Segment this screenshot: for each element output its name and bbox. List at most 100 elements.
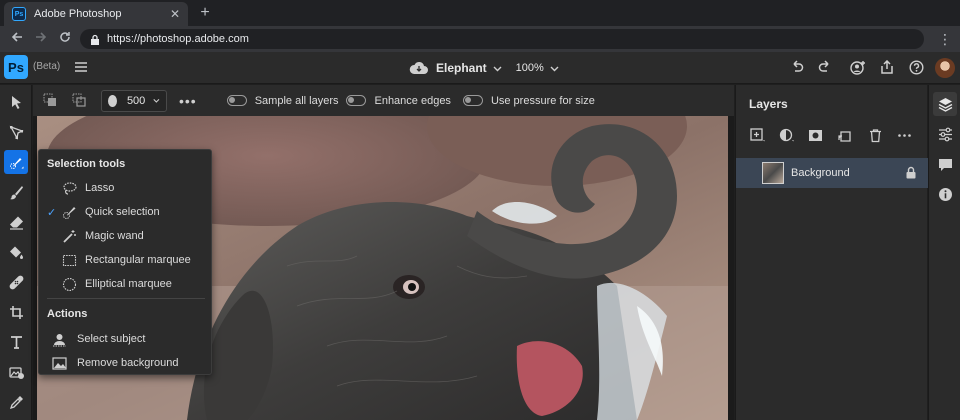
toggle-label: Use pressure for size <box>490 94 595 107</box>
move-tool-icon[interactable] <box>4 90 28 114</box>
address-bar[interactable]: https://photoshop.adobe.com <box>80 29 924 49</box>
sample-all-layers-toggle[interactable]: Sample all layers <box>226 94 339 107</box>
lock-icon <box>91 34 99 45</box>
magic-wand-icon <box>63 229 76 243</box>
menu-item-elliptical-marquee[interactable]: Elliptical marquee <box>39 273 211 295</box>
photoshop-logo[interactable]: Ps <box>4 55 28 79</box>
layers-panel-title: Layers <box>749 97 788 111</box>
remove-background-icon <box>52 356 67 370</box>
properties-panel-icon[interactable] <box>933 122 957 146</box>
toggle-switch[interactable] <box>462 95 483 106</box>
lasso-icon <box>63 181 77 195</box>
brush-tool-icon[interactable] <box>4 180 28 204</box>
menu-item-remove-background[interactable]: Remove background <box>39 352 211 374</box>
app-header: Ps (Beta) Elephant 100% <box>0 52 960 84</box>
document-info: Elephant 100% <box>409 58 559 78</box>
chevron-down-icon[interactable] <box>493 64 502 73</box>
beta-label: (Beta) <box>33 61 61 72</box>
brush-size-value: 500 <box>126 94 146 107</box>
toggle-label: Enhance edges <box>374 94 451 107</box>
toggle-switch[interactable] <box>346 95 367 106</box>
elliptical-marquee-icon <box>62 277 77 291</box>
hamburger-menu-icon[interactable] <box>74 60 88 74</box>
close-tab-icon[interactable]: ✕ <box>168 7 182 21</box>
zoom-level[interactable]: 100% <box>516 62 544 74</box>
help-icon[interactable] <box>908 60 924 76</box>
healing-brush-tool-icon[interactable] <box>4 270 28 294</box>
comments-panel-icon[interactable] <box>933 152 957 176</box>
image-adjust-tool-icon[interactable] <box>4 360 28 384</box>
delete-layer-icon[interactable] <box>866 126 884 144</box>
menu-item-label: Rectangular marquee <box>85 254 191 266</box>
checkmark-icon: ✓ <box>47 206 57 219</box>
rectangular-marquee-icon <box>62 254 77 266</box>
reload-icon[interactable] <box>56 30 74 48</box>
more-layer-options-icon[interactable] <box>895 126 913 144</box>
panel-rail <box>928 85 960 420</box>
eyedropper-tool-icon[interactable] <box>4 390 28 414</box>
menu-item-select-subject[interactable]: Select subject <box>39 328 211 350</box>
more-options-icon[interactable]: ••• <box>179 93 197 109</box>
layer-name: Background <box>791 167 850 179</box>
menu-item-quick-selection[interactable]: ✓ Quick selection <box>39 201 211 223</box>
undo-icon[interactable] <box>789 60 805 76</box>
layers-panel-icon[interactable] <box>933 92 957 116</box>
enhance-edges-toggle[interactable]: Enhance edges <box>346 94 451 107</box>
menu-item-label: Select subject <box>77 333 146 345</box>
redo-icon[interactable] <box>817 60 833 76</box>
menu-item-lasso[interactable]: Lasso <box>39 177 211 199</box>
menu-item-rectangular-marquee[interactable]: Rectangular marquee <box>39 249 211 271</box>
zoom-chevron-down-icon[interactable] <box>550 64 559 73</box>
browser-toolbar: https://photoshop.adobe.com ⋮ <box>0 26 960 52</box>
eraser-tool-icon[interactable] <box>4 210 28 234</box>
menu-item-label: Magic wand <box>85 230 144 242</box>
layer-thumbnail <box>762 162 784 184</box>
cloud-document-icon <box>409 61 428 74</box>
actions-heading: Actions <box>47 308 88 320</box>
browser-tab[interactable]: Ps Adobe Photoshop ✕ <box>4 2 188 26</box>
type-tool-icon[interactable] <box>4 330 28 354</box>
share-icon[interactable] <box>879 59 895 76</box>
add-mask-icon[interactable] <box>806 126 824 144</box>
brush-size-dropdown[interactable]: 500 <box>101 89 167 112</box>
paint-bucket-tool-icon[interactable] <box>4 240 28 264</box>
browser-tab-strip: Ps Adobe Photoshop ✕ + <box>0 0 960 26</box>
crop-tool-icon[interactable] <box>4 300 28 324</box>
toggle-label: Sample all layers <box>254 94 339 107</box>
new-tab-icon[interactable]: + <box>195 3 215 23</box>
forward-icon[interactable] <box>32 30 50 48</box>
tool-options-bar: 500 ••• Sample all layers Enhance edges … <box>33 85 734 116</box>
new-selection-mode-icon[interactable] <box>38 89 62 113</box>
adjustment-layer-icon[interactable] <box>777 126 795 144</box>
transform-tool-icon[interactable] <box>4 120 28 144</box>
select-subject-icon <box>53 333 66 346</box>
quick-selection-tool-icon[interactable] <box>4 150 28 174</box>
toggle-switch[interactable] <box>226 95 247 106</box>
quick-selection-icon <box>63 206 76 219</box>
clipping-mask-icon[interactable] <box>835 126 853 144</box>
photoshop-favicon-icon: Ps <box>12 7 26 21</box>
browser-menu-icon[interactable]: ⋮ <box>938 30 952 48</box>
menu-item-magic-wand[interactable]: Magic wand <box>39 225 211 247</box>
add-layer-icon[interactable] <box>748 126 766 144</box>
selection-tools-flyout: Selection tools Lasso ✓ Quick selection … <box>38 149 212 375</box>
layer-row-background[interactable]: Background <box>736 158 928 188</box>
lock-icon[interactable] <box>905 166 917 179</box>
menu-item-label: Elliptical marquee <box>85 278 172 290</box>
selection-tools-heading: Selection tools <box>47 158 126 170</box>
tab-title: Adobe Photoshop <box>34 8 122 20</box>
url-text: https://photoshop.adobe.com <box>107 33 249 45</box>
invite-user-icon[interactable] <box>850 60 866 76</box>
menu-item-label: Lasso <box>85 182 115 194</box>
info-panel-icon[interactable] <box>933 182 957 206</box>
back-icon[interactable] <box>8 30 26 48</box>
use-pressure-toggle[interactable]: Use pressure for size <box>462 94 595 107</box>
user-avatar[interactable] <box>935 58 955 78</box>
menu-item-label: Remove background <box>77 357 179 369</box>
brush-tip-icon <box>108 94 117 107</box>
subtract-selection-mode-icon[interactable] <box>67 89 91 113</box>
tools-panel <box>0 85 32 420</box>
document-name[interactable]: Elephant <box>436 61 487 75</box>
menu-divider <box>47 298 205 299</box>
chevron-down-icon <box>153 99 160 103</box>
